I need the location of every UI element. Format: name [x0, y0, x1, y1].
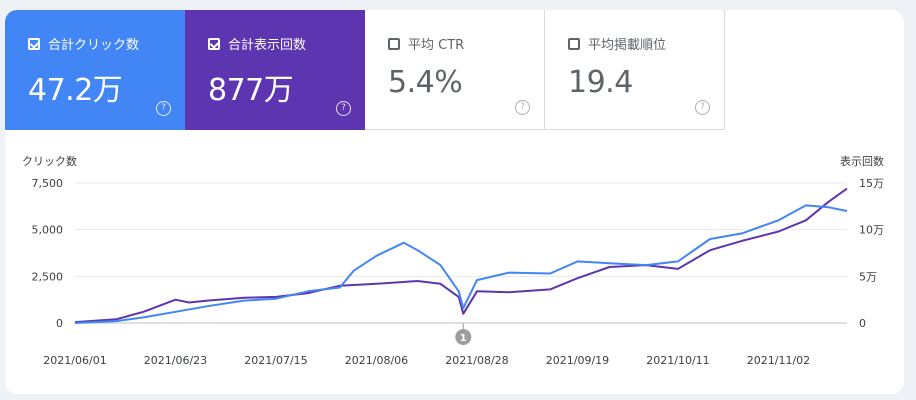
x-tick-label: 2021/08/06 [345, 354, 408, 367]
left-axis-ticks: 7,500 5,000 2,500 0 [32, 177, 64, 330]
x-tick-label: 2021/09/19 [546, 354, 609, 367]
x-tick-label: 2021/11/02 [747, 354, 810, 367]
right-tick-label: 5万 [859, 270, 877, 283]
x-tick-label: 2021/08/28 [445, 354, 508, 367]
x-tick-label: 2021/07/15 [244, 354, 307, 367]
annotation-label[interactable]: 1 [460, 333, 467, 344]
left-tick-label: 7,500 [32, 177, 64, 190]
performance-card: 合計クリック数 47.2万 ? 合計表示回数 877万 ? 平均 CTR 5.4… [5, 10, 904, 394]
x-tick-label: 2021/06/23 [144, 354, 207, 367]
left-tick-label: 2,500 [32, 270, 64, 283]
x-axis-ticks: 2021/06/01 2021/06/23 2021/07/15 2021/08/06… [43, 354, 810, 367]
right-tick-label: 10万 [859, 224, 884, 237]
annotation-marker[interactable]: 1 [455, 323, 472, 345]
performance-chart: クリック数 表示回数 7,500 5,000 2,500 0 15万 10万 5万 0 20… [22, 154, 884, 367]
right-tick-label: 15万 [859, 177, 884, 190]
right-tick-label: 0 [859, 317, 866, 330]
right-axis-ticks: 15万 10万 5万 0 [859, 177, 884, 330]
x-tick-label: 2021/10/11 [646, 354, 709, 367]
x-tick-label: 2021/06/01 [43, 354, 106, 367]
left-tick-label: 0 [56, 317, 63, 330]
series-lines [74, 187, 848, 324]
right-axis-title: 表示回数 [840, 154, 884, 168]
left-tick-label: 5,000 [32, 224, 64, 237]
left-axis-title: クリック数 [22, 155, 77, 168]
